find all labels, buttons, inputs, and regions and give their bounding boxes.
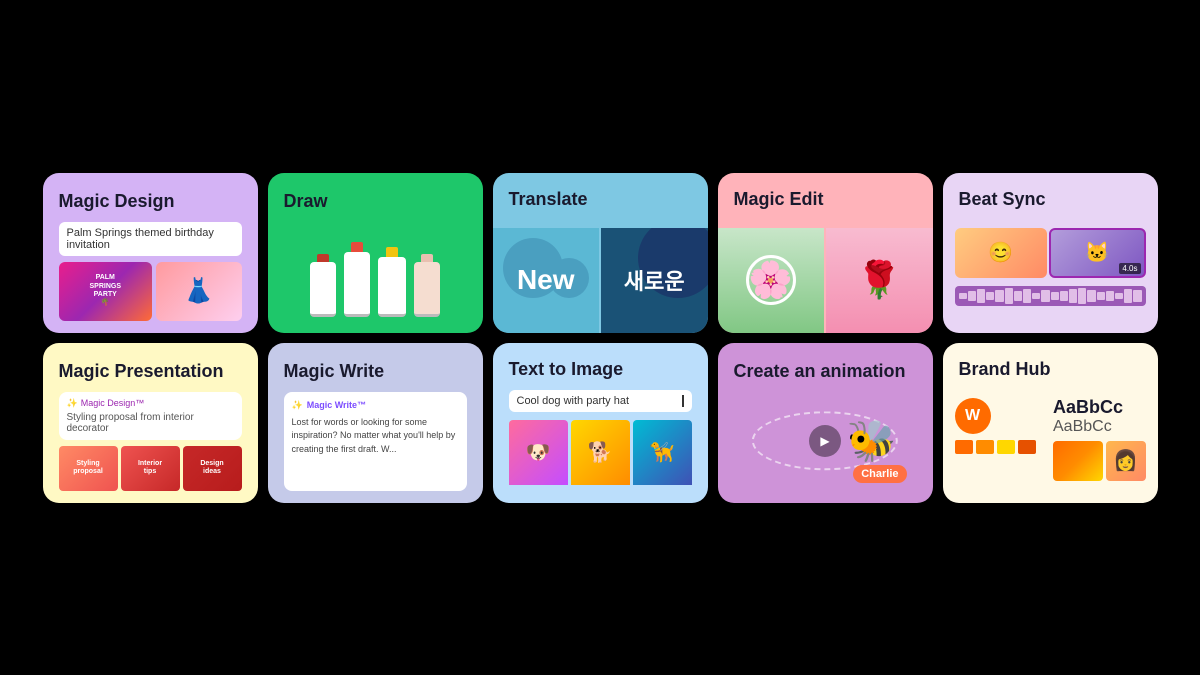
edit-left: 🌸 — [718, 228, 825, 333]
video-person-icon: 😊 — [988, 240, 1013, 265]
brand-person-icon: 👩 — [1113, 448, 1138, 473]
korean-text: 새로운 — [624, 264, 685, 296]
brand-logo: W — [955, 398, 991, 434]
magic-presentation-card[interactable]: Magic Presentation ✨ Magic Design™ Styli… — [43, 343, 258, 503]
tti-input[interactable]: Cool dog with party hat — [509, 390, 692, 412]
brand-right: AaBbCc AaBbCc 👩 — [1053, 398, 1146, 495]
brand-left: W — [955, 398, 1048, 495]
design-preview-1: PALMSPRINGSPARTY🌴 — [59, 262, 153, 321]
slide-3: Designideas — [183, 446, 242, 491]
beat-sync-title: Beat Sync — [943, 173, 1158, 218]
bottle-4 — [414, 254, 440, 317]
text-cursor — [682, 395, 684, 407]
brand-swatch-1 — [955, 440, 973, 454]
charlie-label: Charlie — [853, 465, 906, 483]
translate-right: 새로운 — [601, 228, 708, 333]
tti-image-2: 🐕 — [571, 420, 630, 485]
brand-color-swatches — [955, 440, 1048, 454]
brand-font-main: AaBbCc — [1053, 398, 1146, 416]
animation-play-button[interactable]: ▶ — [809, 425, 841, 457]
magic-presentation-title: Magic Presentation — [59, 361, 242, 382]
magic-design-images: PALMSPRINGSPARTY🌴 — [59, 262, 242, 321]
magic-edit-title: Magic Edit — [718, 173, 933, 218]
bottle-2 — [344, 242, 370, 317]
magic-design-card[interactable]: Magic Design Palm Springs themed birthda… — [43, 173, 258, 333]
pres-input-area: ✨ Magic Design™ Styling proposal from in… — [59, 392, 242, 440]
slide-2: Interiortips — [121, 446, 180, 491]
animation-area: ▶ 🐝 Charlie — [734, 392, 917, 491]
text-to-image-card[interactable]: Text to Image Cool dog with party hat 🐶 … — [493, 343, 708, 503]
video-cat-icon: 🐱 — [1085, 240, 1110, 265]
brand-swatch-3 — [997, 440, 1015, 454]
feature-grid: Magic Design Palm Springs themed birthda… — [23, 153, 1178, 523]
translate-left: New — [493, 228, 600, 333]
magic-design-input[interactable]: Palm Springs themed birthday invitation — [59, 222, 242, 256]
brand-swatch-4 — [1018, 440, 1036, 454]
pres-magic-badge: ✨ Magic Design™ — [67, 398, 234, 409]
write-wand-icon: ✨ — [292, 400, 303, 411]
edit-right: 🌹 — [826, 228, 933, 333]
brand-bottom: 👩 — [1053, 441, 1146, 481]
write-box: ✨ Magic Write™ Lost for words or looking… — [284, 392, 467, 491]
brand-font-sub: AaBbCc — [1053, 419, 1146, 435]
brand-hub-card[interactable]: Brand Hub W AaBbCc AaBbCc 👩 — [943, 343, 1158, 503]
text-to-image-title: Text to Image — [509, 359, 692, 380]
brand-pattern — [1053, 441, 1103, 481]
brand-hub-title: Brand Hub — [943, 343, 1158, 388]
magic-design-title: Magic Design — [59, 191, 242, 212]
video-thumb-1: 😊 — [955, 228, 1048, 278]
pres-input-text: Styling proposal from interior decorator — [67, 412, 234, 434]
tti-image-3: 🦮 — [633, 420, 692, 485]
beat-sync-videos: 😊 🐱 4.0s — [955, 228, 1146, 278]
new-text: New — [517, 264, 575, 296]
brand-swatch-2 — [976, 440, 994, 454]
tti-images: 🐶 🐕 🦮 — [509, 420, 692, 485]
create-animation-title: Create an animation — [734, 361, 917, 382]
brand-avatar: 👩 — [1106, 441, 1146, 481]
draw-title: Draw — [284, 191, 467, 212]
tti-input-text: Cool dog with party hat — [517, 395, 630, 407]
red-flower-icon: 🌹 — [857, 259, 902, 301]
draw-bottles — [284, 222, 467, 321]
video-duration: 4.0s — [1119, 263, 1140, 274]
brand-content: W AaBbCc AaBbCc 👩 — [943, 398, 1158, 503]
magic-edit-card[interactable]: Magic Edit 🌸 🌹 — [718, 173, 933, 333]
translate-title: Translate — [493, 173, 708, 218]
magic-write-title: Magic Write — [284, 361, 467, 382]
video-thumb-2: 🐱 4.0s — [1049, 228, 1146, 278]
write-badge: ✨ Magic Write™ — [292, 400, 459, 411]
design-preview-2 — [156, 262, 242, 321]
write-body-text: Lost for words or looking for some inspi… — [292, 416, 459, 457]
create-animation-card[interactable]: Create an animation ▶ 🐝 Charlie — [718, 343, 933, 503]
draw-card[interactable]: Draw — [268, 173, 483, 333]
waveform-bars — [959, 288, 1142, 304]
slide-1: Stylingproposal — [59, 446, 118, 491]
translate-visuals: New 새로운 — [493, 228, 708, 333]
pres-slides: Stylingproposal Interiortips Designideas — [59, 446, 242, 491]
magic-wand-icon: ✨ — [67, 398, 78, 409]
magic-write-card[interactable]: Magic Write ✨ Magic Write™ Lost for word… — [268, 343, 483, 503]
beat-sync-card[interactable]: Beat Sync 😊 🐱 4.0s — [943, 173, 1158, 333]
edit-circle — [746, 255, 796, 305]
tti-image-1: 🐶 — [509, 420, 568, 485]
bottle-3 — [378, 247, 406, 317]
bottle-1 — [310, 254, 336, 317]
waveform — [955, 286, 1146, 306]
magic-edit-visuals: 🌸 🌹 — [718, 228, 933, 333]
animation-bee-icon: 🐝 — [847, 418, 897, 465]
translate-card[interactable]: Translate New 새로운 — [493, 173, 708, 333]
